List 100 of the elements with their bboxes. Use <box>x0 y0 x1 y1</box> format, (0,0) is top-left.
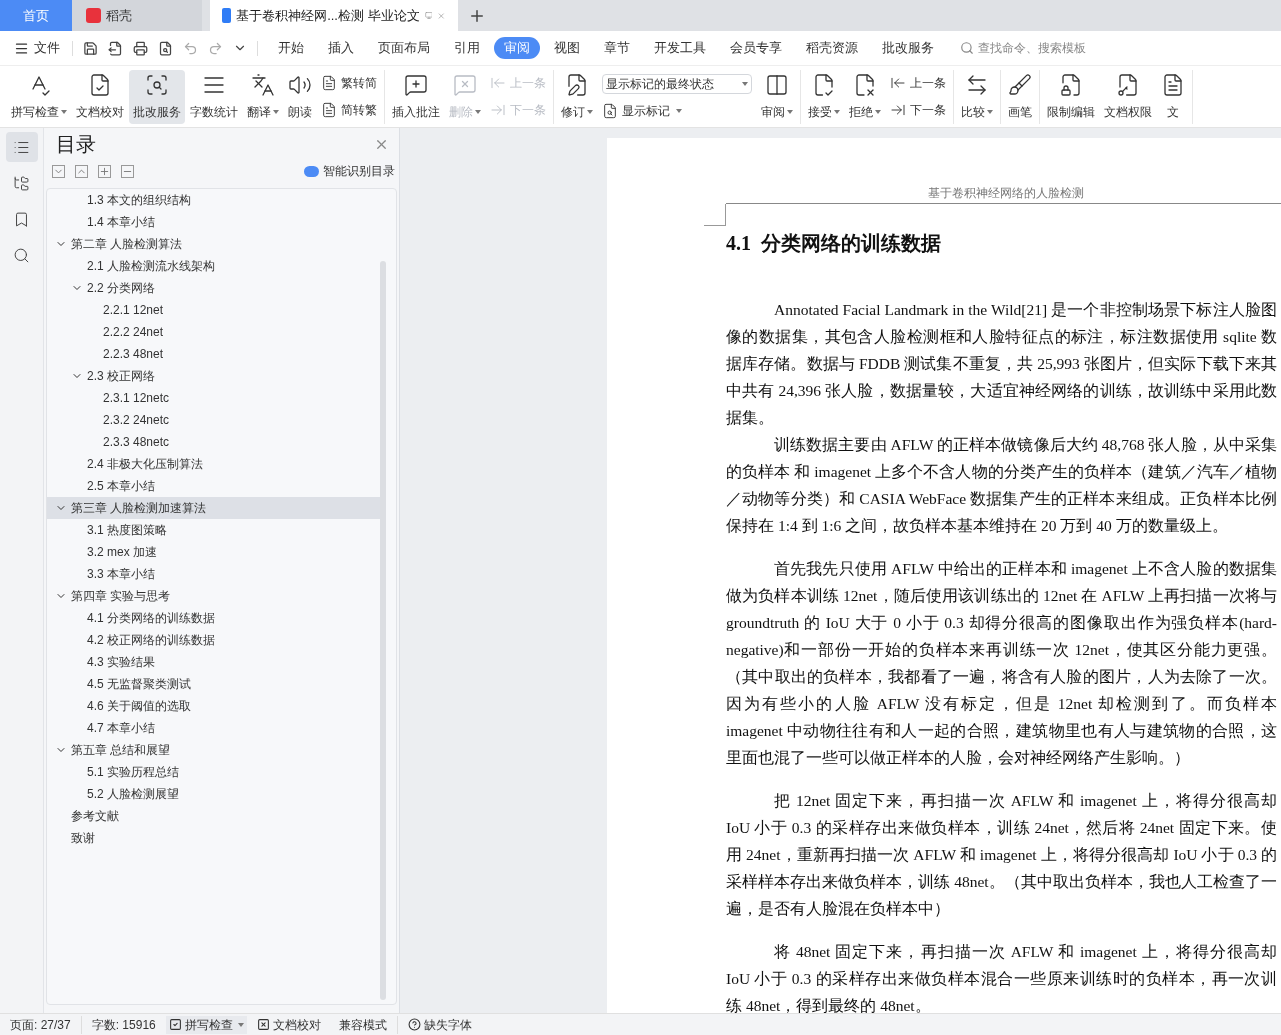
ribbon-small-button[interactable]: 上一条 <box>890 74 946 92</box>
ribbon-button[interactable]: 批改服务 <box>129 69 185 124</box>
collapse-icon[interactable] <box>75 164 88 178</box>
ribbon-tab[interactable]: 章节 <box>594 37 640 59</box>
ribbon-button[interactable]: 接受 <box>804 69 844 124</box>
undo-icon[interactable] <box>183 40 198 56</box>
toc-item[interactable]: 第四章 实验与思考 <box>47 585 380 607</box>
toc-item[interactable]: 4.3 实验结果 <box>47 651 380 673</box>
toc-item[interactable]: 2.3.2 24netc <box>47 409 380 431</box>
show-markup-button[interactable]: 显示标记 <box>602 101 752 120</box>
ribbon-tab[interactable]: 批改服务 <box>872 37 944 59</box>
save-icon[interactable] <box>83 40 98 56</box>
toc-item[interactable]: 2.2 分类网络 <box>47 277 380 299</box>
ribbon-button[interactable]: 比较 <box>957 69 997 124</box>
document-search-icon <box>145 72 169 97</box>
ribbon-button[interactable]: 文档校对 <box>72 69 128 124</box>
toc-label: 5.1 实验历程总结 <box>87 764 179 781</box>
scrollbar[interactable] <box>380 261 386 1000</box>
toc-item[interactable]: 1.4 本章小结 <box>47 211 380 233</box>
toc-item[interactable]: 2.5 本章小结 <box>47 475 380 497</box>
markup-select[interactable]: 显示标记的最终状态 <box>602 73 752 94</box>
expand-icon[interactable] <box>52 164 65 178</box>
track-changes-icon <box>565 72 589 97</box>
ribbon-button[interactable]: 审阅 <box>757 69 797 124</box>
ribbon-button[interactable]: 拼写检查 <box>7 69 71 124</box>
compat-mode: 兼容模式 <box>338 1016 387 1034</box>
spell-check-button[interactable]: 拼写检查 <box>165 1015 247 1034</box>
ribbon-tab[interactable]: 视图 <box>544 37 590 59</box>
ribbon-tab[interactable]: 页面布局 <box>368 37 440 59</box>
toc-item[interactable]: 4.7 本章小结 <box>47 717 380 739</box>
toc-item[interactable]: 2.1 人脸检测流水线架构 <box>47 255 380 277</box>
toc-label: 2.4 非极大化压制算法 <box>87 456 203 473</box>
proofread-button[interactable]: 文档校对 <box>256 1015 321 1034</box>
app-tab-label: 首页 <box>23 6 49 25</box>
document-check-icon <box>88 72 112 97</box>
ribbon-small-button[interactable]: 下一条 <box>890 101 946 119</box>
toc-item[interactable]: 4.5 无监督聚类测试 <box>47 673 380 695</box>
print-icon[interactable] <box>133 40 148 56</box>
contents-icon[interactable] <box>5 132 38 162</box>
smart-toc-button[interactable]: 智能识别目录 <box>304 162 395 180</box>
redo-icon[interactable] <box>208 40 223 56</box>
toc-item[interactable]: 第三章 人脸检测加速算法 <box>47 497 380 519</box>
ribbon-tab[interactable]: 引用 <box>444 37 490 59</box>
panel-title: 目录 <box>56 132 96 157</box>
toc-item[interactable]: 2.4 非极大化压制算法 <box>47 453 380 475</box>
toc-item[interactable]: 2.2.1 12net <box>47 299 380 321</box>
ribbon-tab[interactable]: 开始 <box>268 37 314 59</box>
window-icon <box>424 9 433 22</box>
toc-item[interactable]: 5.1 实验历程总结 <box>47 761 380 783</box>
preview-icon[interactable] <box>158 40 173 56</box>
toc-item[interactable]: 4.1 分类网络的训练数据 <box>47 607 380 629</box>
toc-item[interactable]: 第五章 总结和展望 <box>47 739 380 761</box>
reject-icon <box>853 72 877 97</box>
toc-item[interactable]: 4.6 关于阈值的选取 <box>47 695 380 717</box>
toc-item[interactable]: 1.3 本文的组织结构 <box>47 189 380 211</box>
ribbon-button[interactable]: 拒绝 <box>845 69 885 124</box>
app-tab[interactable]: 基于卷积神经网...检测 毕业论文 <box>210 0 458 31</box>
ribbon-button[interactable]: 限制编辑 <box>1043 69 1099 124</box>
toc-label: 2.3.3 48netc <box>103 434 170 451</box>
ribbon-button[interactable]: 修订 <box>557 69 597 124</box>
ribbon-small-button[interactable]: 简转繁 <box>321 101 377 119</box>
toc-item[interactable]: 2.3 校正网络 <box>47 365 380 387</box>
toc-item[interactable]: 参考文献 <box>47 805 380 827</box>
ribbon-tab[interactable]: 稻壳资源 <box>796 37 868 59</box>
ribbon-button[interactable]: 文档权限 <box>1100 69 1156 124</box>
next-icon <box>890 102 906 118</box>
ribbon-tab[interactable]: 开发工具 <box>644 37 716 59</box>
ribbon-button[interactable]: 插入批注 <box>388 69 444 124</box>
toc-label: 第三章 人脸检测加速算法 <box>71 500 207 517</box>
toc-label: 1.4 本章小结 <box>87 214 155 231</box>
ribbon-button[interactable]: 朗读 <box>284 69 316 124</box>
toc-item[interactable]: 3.1 热度图策略 <box>47 519 380 541</box>
ribbon-button[interactable]: 翻译 <box>243 69 283 124</box>
toc-item[interactable]: 4.2 校正网络的训练数据 <box>47 629 380 651</box>
toc-label: 第二章 人脸检测算法 <box>71 236 183 253</box>
missing-fonts-button[interactable]: 缺失字体 <box>396 1015 472 1034</box>
toc-item[interactable]: 5.2 人脸检测展望 <box>47 783 380 805</box>
toc-item[interactable]: 3.2 mex 加速 <box>47 541 380 563</box>
ribbon-small-button[interactable]: 繁转简 <box>321 74 377 92</box>
previous-icon <box>890 75 906 91</box>
toc-item[interactable]: 第二章 人脸检测算法 <box>47 233 380 255</box>
minus-icon[interactable] <box>121 164 134 178</box>
ribbon-button[interactable]: 字数统计 <box>186 69 242 124</box>
toc-item[interactable]: 3.3 本章小结 <box>47 563 380 585</box>
ribbon-tab[interactable]: 插入 <box>318 37 364 59</box>
toc-item[interactable]: 2.2.3 48net <box>47 343 380 365</box>
caret-icon <box>676 108 682 113</box>
toc-item[interactable]: 2.3.1 12netc <box>47 387 380 409</box>
new-tab-icon[interactable] <box>468 7 486 25</box>
export-icon[interactable] <box>108 40 123 56</box>
ribbon-tab[interactable]: 会员专享 <box>720 37 792 59</box>
ribbon-button[interactable]: 画笔 <box>1004 69 1036 124</box>
toc-item[interactable]: 2.3.3 48netc <box>47 431 380 453</box>
toc-item[interactable]: 2.2.2 24net <box>47 321 380 343</box>
app-tab[interactable]: 稻壳 <box>72 0 202 31</box>
ribbon-button[interactable]: 文 <box>1157 69 1189 124</box>
file-menu[interactable]: 文件 <box>14 38 60 58</box>
toc-item[interactable]: 致谢 <box>47 827 380 849</box>
plus-icon[interactable] <box>98 164 111 178</box>
command-search[interactable]: 查找命令、搜索模板 <box>960 39 1086 57</box>
